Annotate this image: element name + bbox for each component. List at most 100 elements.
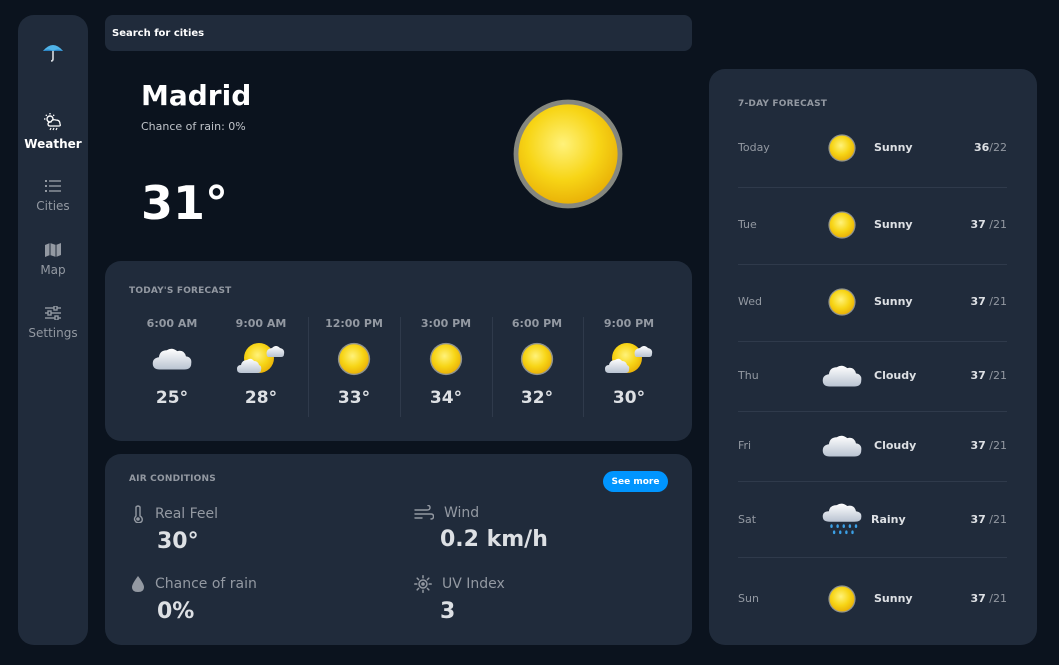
hour-forecast: 6:00 AM 25° — [126, 317, 218, 417]
sidebar-item-label: Settings — [28, 326, 78, 340]
metric-chance-of-rain: Chance of rain 0% — [131, 575, 257, 624]
seven-day-forecast-card: 7-DAY FORECAST Today Sunny 36/22 Tue Sun… — [709, 69, 1037, 645]
metric-value: 0% — [157, 599, 195, 624]
sun-icon — [818, 205, 866, 245]
day-low: /21 — [989, 369, 1007, 382]
metric-value: 3 — [440, 599, 456, 624]
rain-cloud-icon — [818, 500, 866, 540]
sidebar-item-label: Map — [40, 263, 66, 277]
metric-wind: Wind 0.2 km/h — [414, 505, 548, 552]
card-title: TODAY'S FORECAST — [129, 286, 232, 296]
metric-uv-index: UV Index 3 — [414, 575, 505, 624]
day-condition: Sunny — [874, 218, 913, 231]
day-condition: Sunny — [874, 141, 913, 154]
day-row: Today Sunny 36/22 — [738, 128, 1007, 168]
day-name: Tue — [738, 218, 757, 231]
current-temperature: 31° — [141, 176, 229, 230]
air-conditions-card: AIR CONDITIONS See more Real Feel 30° Wi… — [105, 454, 692, 645]
day-name: Sun — [738, 592, 759, 605]
thermometer-icon — [133, 505, 143, 523]
day-row: Wed Sunny 37 /21 — [738, 282, 1007, 322]
day-high: 37 — [970, 513, 986, 526]
day-row: Sat Rainy 37 /21 — [738, 500, 1007, 540]
day-low: /21 — [989, 513, 1007, 526]
hour-forecast: 9:00 PM 30° — [583, 317, 675, 417]
day-temps: 37 /21 — [970, 369, 1007, 382]
cloud-icon — [818, 426, 866, 466]
day-row: Sun Sunny 37 /21 — [738, 579, 1007, 619]
day-temps: 37 /21 — [970, 295, 1007, 308]
city-name: Madrid — [141, 79, 252, 112]
divider — [738, 187, 1007, 188]
hour-forecast: 12:00 PM 33° — [308, 317, 400, 417]
hour-temp: 34° — [429, 388, 463, 408]
see-more-button[interactable]: See more — [603, 471, 668, 492]
card-title: 7-DAY FORECAST — [738, 99, 828, 109]
day-name: Today — [738, 141, 770, 154]
sidebar-item-settings[interactable]: Settings — [18, 306, 88, 340]
sidebar-item-label: Weather — [24, 137, 82, 151]
day-low: /22 — [989, 141, 1007, 154]
wind-icon — [414, 505, 434, 520]
day-condition: Sunny — [874, 592, 913, 605]
divider — [738, 557, 1007, 558]
rain-chance-text: Chance of rain: 0% — [141, 120, 246, 133]
sidebar-item-cities[interactable]: Cities — [18, 179, 88, 213]
sun-icon — [308, 336, 400, 382]
day-high: 37 — [970, 369, 986, 382]
hour-time: 9:00 AM — [235, 317, 287, 330]
sun-icon — [818, 128, 866, 168]
metric-label: Real Feel — [155, 506, 219, 522]
hour-temp: 28° — [244, 388, 278, 408]
day-low: /21 — [989, 295, 1007, 308]
sun-icon — [818, 579, 866, 619]
day-name: Thu — [738, 369, 759, 382]
search-input[interactable] — [105, 15, 692, 51]
day-temps: 37 /21 — [970, 592, 1007, 605]
day-temps: 37 /21 — [970, 513, 1007, 526]
hour-temp: 32° — [520, 388, 554, 408]
cloud-icon — [818, 356, 866, 396]
sun-outline-icon — [414, 575, 432, 593]
divider — [738, 411, 1007, 412]
list-icon — [45, 180, 61, 192]
hour-temp: 30° — [612, 388, 646, 408]
hour-time: 9:00 PM — [603, 317, 655, 330]
card-title: AIR CONDITIONS — [129, 474, 216, 484]
day-high: 37 — [970, 295, 986, 308]
day-row: Tue Sunny 37 /21 — [738, 205, 1007, 245]
metric-label: UV Index — [442, 576, 505, 592]
day-temps: 37 /21 — [970, 439, 1007, 452]
day-name: Wed — [738, 295, 762, 308]
sun-icon — [400, 336, 492, 382]
sun-icon — [818, 282, 866, 322]
day-condition: Cloudy — [874, 439, 917, 452]
hour-temp: 33° — [337, 388, 371, 408]
day-high: 37 — [970, 592, 986, 605]
sidebar: Weather Cities Map Settings — [18, 15, 88, 645]
metric-value: 30° — [157, 529, 199, 554]
day-name: Sat — [738, 513, 757, 526]
metric-label: Wind — [444, 505, 480, 521]
map-icon — [45, 243, 61, 257]
sun-icon — [491, 336, 583, 382]
cloud-icon — [126, 336, 218, 382]
hour-forecast: 3:00 PM 34° — [400, 317, 492, 417]
day-low: /21 — [989, 218, 1007, 231]
metric-real-feel: Real Feel 30° — [131, 505, 218, 554]
day-low: /21 — [989, 439, 1007, 452]
day-condition: Cloudy — [874, 369, 917, 382]
sidebar-item-map[interactable]: Map — [18, 243, 88, 277]
divider — [738, 264, 1007, 265]
day-condition: Rainy — [871, 513, 906, 526]
sliders-icon — [45, 306, 61, 320]
droplet-icon — [132, 576, 144, 592]
metric-value: 0.2 km/h — [440, 527, 548, 552]
partly-cloudy-icon — [583, 336, 675, 382]
sidebar-item-weather[interactable]: Weather — [18, 113, 88, 151]
day-high: 37 — [970, 439, 986, 452]
hour-time: 6:00 PM — [511, 317, 563, 330]
day-low: /21 — [989, 592, 1007, 605]
hour-time: 12:00 PM — [325, 317, 383, 330]
umbrella-icon[interactable] — [41, 41, 65, 67]
